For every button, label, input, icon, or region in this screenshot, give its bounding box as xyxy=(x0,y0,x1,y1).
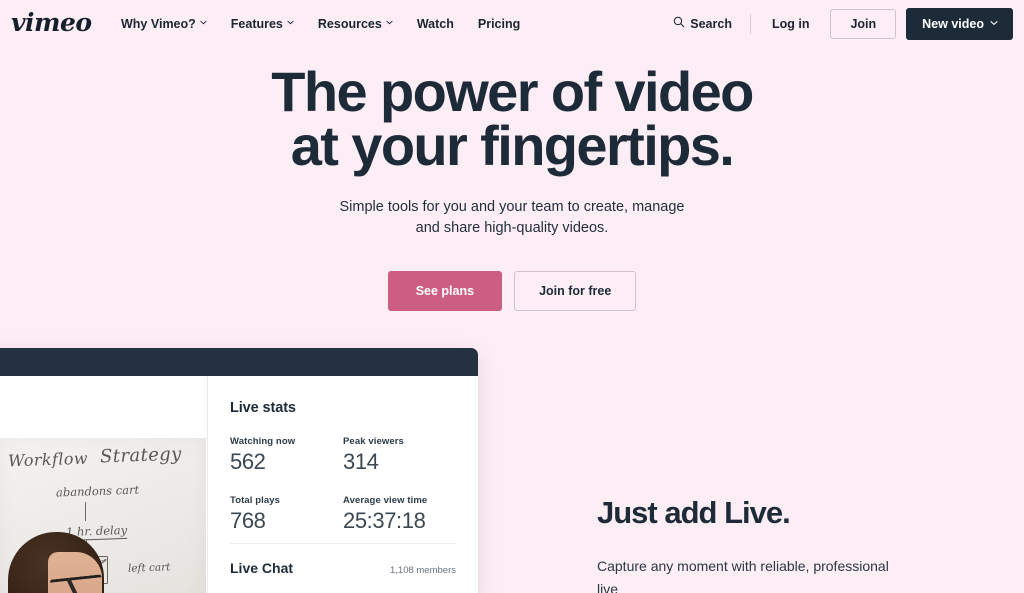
live-stats-title: Live stats xyxy=(230,400,296,416)
whiteboard-word-strategy: Strategy xyxy=(99,443,183,468)
whiteboard-word-workflow: Workflow xyxy=(7,448,89,471)
main-navigation: Why Vimeo? Features Resources Watch Pric… xyxy=(109,11,532,37)
stat-label: Watching now xyxy=(230,436,296,447)
site-header: vimeo Why Vimeo? Features Resources Watc… xyxy=(0,0,1024,47)
whiteboard-word-abandons-cart: abandons cart xyxy=(55,482,140,500)
nav-item-features[interactable]: Features xyxy=(219,11,306,37)
stat-label: Total plays xyxy=(230,495,281,506)
chevron-down-icon xyxy=(386,19,393,26)
nav-label: Watch xyxy=(416,16,454,31)
live-stats-pane: Live stats Watching now 562 Peak viewers… xyxy=(208,376,478,593)
stats-row-2: Total plays 768 Average view time 25:37:… xyxy=(230,495,456,534)
header-divider xyxy=(749,13,751,34)
nav-label: Features xyxy=(230,16,283,31)
chevron-down-icon xyxy=(287,19,294,26)
chevron-down-icon xyxy=(200,19,207,26)
hero-section: The power of video at your fingertips. S… xyxy=(0,47,1024,311)
hero-subtitle-line-1: Simple tools for you and your team to cr… xyxy=(339,199,685,215)
stat-label: Average view time xyxy=(343,495,428,506)
chevron-down-icon xyxy=(990,19,998,26)
stat-average-view-time: Average view time 25:37:18 xyxy=(343,495,456,534)
hero-title-line-2: at your fingertips. xyxy=(290,114,735,177)
new-video-label: New video xyxy=(922,16,984,31)
live-chat-title: Live Chat xyxy=(230,560,294,576)
see-plans-button[interactable]: See plans xyxy=(387,271,503,311)
nav-label: Resources xyxy=(317,16,382,31)
stat-watching-now: Watching now 562 xyxy=(230,436,343,475)
nav-label: Why Vimeo? xyxy=(121,16,196,31)
card-title-bar xyxy=(0,348,478,376)
nav-item-watch[interactable]: Watch xyxy=(405,11,466,37)
live-chat-header[interactable]: Live Chat 1,108 members xyxy=(230,560,456,576)
person-avatar xyxy=(8,518,104,593)
card-video-pane[interactable]: Workflow Strategy abandons cart 1 hr. de… xyxy=(0,376,208,593)
search-label: Search xyxy=(690,16,732,31)
live-stats-card: Workflow Strategy abandons cart 1 hr. de… xyxy=(0,348,478,593)
card-body: Workflow Strategy abandons cart 1 hr. de… xyxy=(0,376,478,593)
stat-value: 768 xyxy=(230,508,266,533)
live-chat-member-count: 1,108 members xyxy=(389,565,456,576)
just-add-live-section: Just add Live. Capture any moment with r… xyxy=(597,495,1017,593)
vimeo-logo[interactable]: vimeo xyxy=(11,10,92,35)
stat-total-plays: Total plays 768 xyxy=(230,495,343,534)
page-title: The power of video at your fingertips. xyxy=(0,47,1024,177)
stats-separator xyxy=(230,543,456,544)
nav-item-why-vimeo[interactable]: Why Vimeo? xyxy=(109,11,219,37)
nav-item-pricing[interactable]: Pricing xyxy=(466,11,532,37)
stat-value: 314 xyxy=(343,449,379,474)
hero-cta-group: See plans Join for free xyxy=(0,271,1024,311)
search-button[interactable]: Search xyxy=(664,10,741,37)
hero-subtitle-line-2: and share high-quality videos. xyxy=(415,220,609,236)
stat-value: 25:37:18 xyxy=(343,508,426,533)
stats-row-1: Watching now 562 Peak viewers 314 xyxy=(230,436,456,475)
header-actions: Search Log in Join New video xyxy=(664,7,1024,40)
search-icon xyxy=(673,16,685,31)
whiteboard-word-left-cart: left cart xyxy=(127,561,171,575)
join-button[interactable]: Join xyxy=(830,8,897,39)
hero-subtitle: Simple tools for you and your team to cr… xyxy=(0,197,1024,239)
stat-peak-viewers: Peak viewers 314 xyxy=(343,436,456,475)
new-video-button[interactable]: New video xyxy=(906,7,1013,40)
whiteboard-image: Workflow Strategy abandons cart 1 hr. de… xyxy=(0,438,206,593)
nav-item-resources[interactable]: Resources xyxy=(306,11,405,37)
login-button[interactable]: Log in xyxy=(760,10,822,38)
page-root: vimeo Why Vimeo? Features Resources Watc… xyxy=(0,0,1024,593)
stat-value: 562 xyxy=(230,449,266,474)
section-paragraph: Capture any moment with reliable, profes… xyxy=(597,558,889,593)
nav-label: Pricing xyxy=(477,16,521,31)
stat-label: Peak viewers xyxy=(343,436,404,447)
section-heading: Just add Live. xyxy=(597,495,791,530)
join-for-free-button[interactable]: Join for free xyxy=(514,271,637,311)
